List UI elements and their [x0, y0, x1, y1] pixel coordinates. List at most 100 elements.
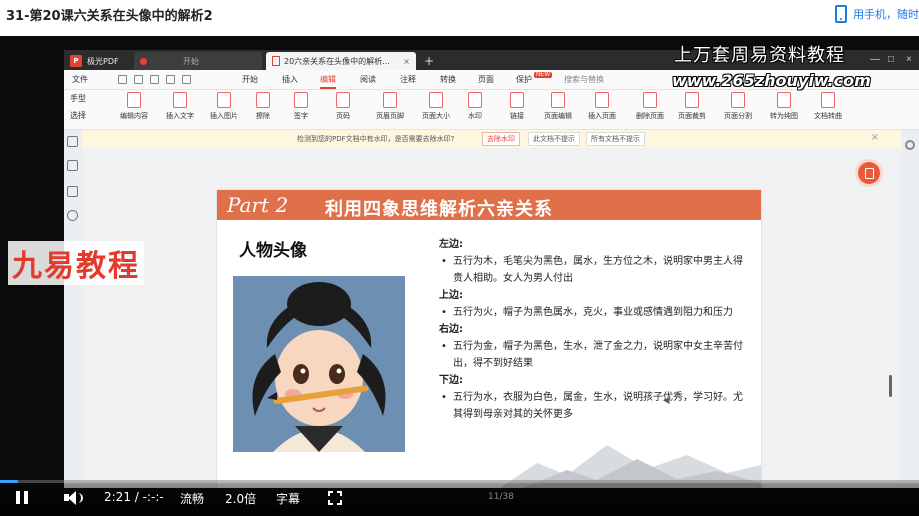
link-button[interactable]: 链接 [510, 92, 524, 121]
insert-text-button[interactable]: 插入文字 [166, 92, 194, 121]
page-indicator: 11/38 [488, 492, 514, 502]
erase-icon [256, 92, 270, 108]
save-icon[interactable] [134, 75, 143, 84]
watermark-button[interactable]: 水印 [468, 92, 482, 121]
edit-content-button[interactable]: 编辑内容 [120, 92, 148, 121]
slide-title: 利用四象思维解析六亲关系 [325, 199, 553, 220]
floating-action-button[interactable] [858, 162, 880, 184]
bookmark-icon[interactable] [67, 136, 78, 147]
select-tool[interactable]: 选择 [70, 110, 86, 121]
menu-read[interactable]: 阅读 [360, 74, 376, 85]
redo-icon[interactable] [182, 75, 191, 84]
page-size-icon [429, 92, 443, 108]
section-bottom-text: 五行为水，衣服为白色，属金，生水，说明孩子优秀，学习好。尤其得到母亲对其的关怀更… [439, 389, 749, 423]
section-top-text: 五行为火，帽子为黑色属水，克火，事业或感情遇到阻力和压力 [439, 304, 749, 321]
progress-bar[interactable] [0, 480, 919, 483]
menu-page[interactable]: 页面 [478, 74, 494, 85]
minimize-icon[interactable]: — [870, 54, 880, 65]
remove-watermark-button[interactable]: 去除水印 [482, 132, 520, 146]
delete-page-icon [643, 92, 657, 108]
menu-protect[interactable]: 保护 [516, 74, 532, 85]
mobile-link-label[interactable]: 用手机，随时 [853, 6, 919, 22]
app-brand-label: 极光PDF [87, 56, 119, 66]
split-page-button[interactable]: 页面分割 [724, 92, 752, 121]
section-right-text: 五行为金，帽子为黑色，生水，泄了金之力，说明家中女主辛苦付出，得不到好结果 [439, 338, 749, 372]
skip-doc-button[interactable]: 此文档不提示 [528, 132, 580, 146]
crop-page-button[interactable]: 页面裁剪 [678, 92, 706, 121]
tab-document[interactable]: 20六亲关系在头像中的解析... × [266, 52, 416, 70]
undo-icon[interactable] [166, 75, 175, 84]
video-player[interactable]: P 极光PDF 开始 20六亲关系在头像中的解析... × + — □ × 文件 [0, 36, 919, 516]
quality-button[interactable]: 流畅 [180, 490, 204, 507]
notice-message: 检测到您的PDF文档中有水印，是否需要去除水印? [297, 135, 455, 143]
watermark-url: www.265zhouyiw.com [672, 71, 871, 90]
header-footer-icon [383, 92, 397, 108]
pause-icon[interactable] [16, 491, 28, 504]
progress-fill [0, 480, 19, 483]
pdf-file-icon [272, 56, 280, 66]
link-icon [510, 92, 524, 108]
section-top-head: 上边: [439, 290, 463, 301]
split-page-icon [731, 92, 745, 108]
delete-page-button[interactable]: 删除页面 [636, 92, 664, 121]
insert-image-button[interactable]: 插入图片 [210, 92, 238, 121]
menu-start[interactable]: 开始 [242, 74, 258, 85]
time-display: 2:21 / -:-:- [104, 490, 164, 504]
slide-page: Part 2 利用四象思维解析六亲关系 人物头像 左边: • 五行为木，毛笔尖为… [217, 190, 761, 488]
menu-file[interactable]: 文件 [72, 74, 88, 85]
outline-text-button[interactable]: 文档转曲 [814, 92, 842, 121]
menu-edit[interactable]: 编辑 [320, 74, 336, 89]
erase-button[interactable]: 擦除 [256, 92, 270, 121]
settings-icon[interactable] [905, 140, 915, 150]
insert-image-icon [217, 92, 231, 108]
fullscreen-icon[interactable] [328, 491, 342, 505]
pdf-logo-icon: P [70, 55, 82, 67]
document-canvas[interactable]: Part 2 利用四象思维解析六亲关系 人物头像 左边: • 五行为木，毛笔尖为… [82, 148, 901, 488]
page-number-icon [336, 92, 350, 108]
page-header: 31-第20课六关系在头像中的解析2 用手机，随时 [0, 0, 919, 30]
scrollbar-thumb[interactable] [889, 375, 892, 397]
page-size-button[interactable]: 页面大小 [422, 92, 450, 121]
menu-insert[interactable]: 插入 [282, 74, 298, 85]
notice-close-icon[interactable]: × [871, 132, 879, 143]
tab-start[interactable]: 开始 [134, 52, 262, 70]
outline-text-icon [821, 92, 835, 108]
section-left-text: 五行为木，毛笔尖为黑色，属水，生方位之木，说明家中男主人得贵人相助。女人为男人付… [439, 253, 749, 287]
menu-annotate[interactable]: 注释 [400, 74, 416, 85]
watermark-icon [468, 92, 482, 108]
sign-button[interactable]: 签字 [294, 92, 308, 121]
maximize-icon[interactable]: □ [888, 54, 894, 65]
tab-close-icon[interactable]: × [403, 57, 410, 66]
page-title: 31-第20课六关系在头像中的解析2 [6, 9, 213, 24]
app-logo: P 极光PDF [64, 52, 130, 70]
slide-banner: Part 2 利用四象思维解析六亲关系 [217, 190, 761, 220]
subtitle-button[interactable]: 字幕 [276, 490, 300, 507]
header-footer-button[interactable]: 页眉页脚 [376, 92, 404, 121]
skip-all-button[interactable]: 所有文档不提示 [586, 132, 645, 146]
record-dot-icon [140, 57, 147, 65]
hand-tool[interactable]: 手型 [70, 93, 86, 104]
mobile-link[interactable]: 用手机，随时 [835, 3, 919, 25]
section-right-head: 右边: [439, 324, 463, 335]
sign-icon [294, 92, 308, 108]
thumbnail-icon[interactable] [67, 160, 78, 171]
edit-content-icon [127, 92, 141, 108]
menu-convert[interactable]: 转换 [440, 74, 456, 85]
insert-page-icon [595, 92, 609, 108]
tab-document-label: 20六亲关系在头像中的解析... [284, 56, 390, 66]
new-tab-button[interactable]: + [418, 52, 434, 70]
close-icon[interactable]: × [906, 54, 912, 65]
page-number-button[interactable]: 页码 [336, 92, 350, 121]
to-image-button[interactable]: 转为纯图 [770, 92, 798, 121]
insert-page-button[interactable]: 插入页面 [588, 92, 616, 121]
speed-button[interactable]: 2.0倍 [225, 490, 256, 507]
portrait-heading: 人物头像 [239, 241, 307, 261]
tab-start-label: 开始 [183, 56, 199, 66]
comment-icon[interactable] [67, 186, 78, 197]
search-icon[interactable] [67, 210, 78, 221]
page-edit-icon [551, 92, 565, 108]
search-replace[interactable]: 搜索与替换 [564, 74, 604, 85]
print-icon[interactable] [150, 75, 159, 84]
open-icon[interactable] [118, 75, 127, 84]
page-edit-button[interactable]: 页面编辑 [544, 92, 572, 121]
